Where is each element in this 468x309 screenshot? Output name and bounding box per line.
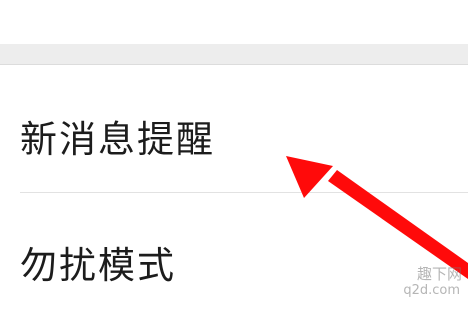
top-blank-area: [0, 0, 468, 44]
section-separator: [0, 44, 468, 65]
settings-item-label: 勿扰模式: [20, 244, 176, 287]
settings-item-do-not-disturb[interactable]: 勿扰模式: [0, 193, 468, 309]
settings-item-label: 新消息提醒: [20, 118, 215, 161]
settings-item-new-message-notification[interactable]: 新消息提醒: [0, 65, 468, 192]
